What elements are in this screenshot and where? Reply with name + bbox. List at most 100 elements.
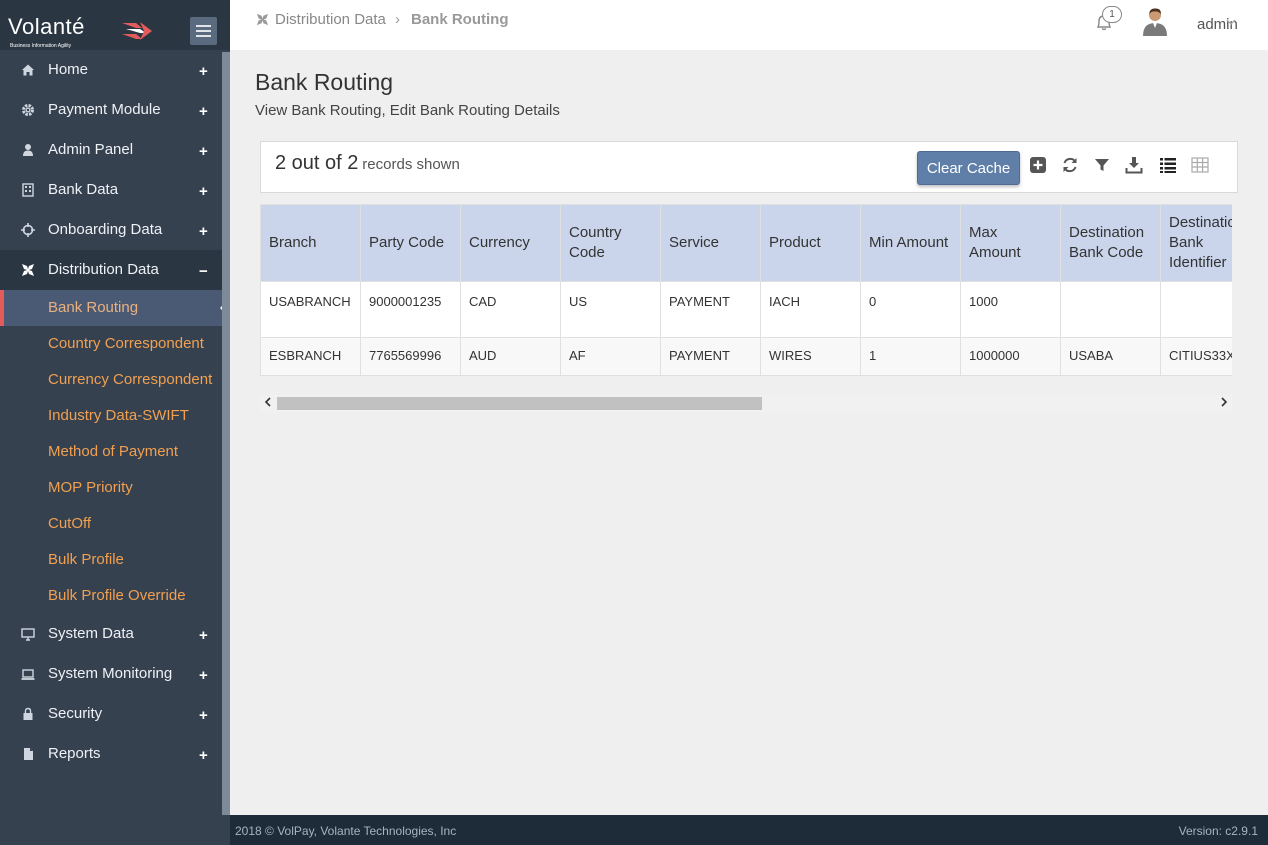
notification-badge: 1 [1102,6,1122,23]
laptop-icon [21,669,35,680]
expand-toggle-icon: + [199,667,208,684]
sidebar-subitem-country-correspondent[interactable]: Country Correspondent [0,326,230,362]
collapse-toggle-icon: − [199,263,208,280]
sidebar-item-admin-panel[interactable]: Admin Panel + [0,130,230,170]
table-cell: AF [560,337,661,376]
table-row[interactable]: ESBRANCH 7765569996 AUD AF PAYMENT WIRES… [260,337,1232,376]
sidebar-subitem-bulk-profile[interactable]: Bulk Profile [0,542,230,578]
table-cell: IACH [760,281,861,338]
sidebar-item-system-monitoring[interactable]: System Monitoring + [0,654,230,694]
expand-toggle-icon: + [199,103,208,120]
brand-logo: Volanté [8,14,85,39]
avatar[interactable] [1142,6,1168,36]
expand-toggle-icon: + [199,707,208,724]
table-cell: US [560,281,661,338]
sidebar-subitem-label: Currency Correspondent [48,371,213,388]
sidebar-subitem-bank-routing[interactable]: Bank Routing [0,290,230,326]
table-cell: CITIUS33XX [1160,337,1232,376]
brand-arrows-icon [122,22,152,40]
table-row[interactable]: USABRANCH 9000001235 CAD US PAYMENT IACH… [260,281,1232,338]
top-header: Distribution Data › Bank Routing 1 admin [230,0,1268,50]
sidebar-item-label: System Data [48,625,134,642]
sidebar-item-label: Admin Panel [48,141,134,158]
records-count: 2 out of 2 [275,152,359,174]
table-cell: ESBRANCH [260,337,361,376]
user-icon [23,144,33,156]
download-icon[interactable] [1125,156,1143,174]
sidebar-subitem-cutoff[interactable]: CutOff [0,506,230,542]
logo-bar: Volanté Business Information Agility [0,0,230,50]
sidebar-subitem-method-of-payment[interactable]: Method of Payment [0,434,230,470]
refresh-icon[interactable] [1061,156,1079,174]
table-horizontal-scrollbar[interactable] [260,395,1232,412]
table-cell: PAYMENT [660,281,761,338]
sidebar-subitem-label: Industry Data-SWIFT [48,407,189,424]
table-cell: AUD [460,337,561,376]
sidebar-subitem-label: Method of Payment [48,443,179,460]
scroll-left-icon[interactable] [264,396,272,411]
expand-toggle-icon: + [199,223,208,240]
sidebar-item-distribution-data[interactable]: Distribution Data − [0,250,230,290]
column-header-currency[interactable]: Currency [460,204,561,282]
sidebar-item-label: Distribution Data [48,261,159,278]
breadcrumb-current: Bank Routing [411,11,509,28]
table-cell: 1 [860,337,961,376]
sidebar-item-bank-data[interactable]: Bank Data + [0,170,230,210]
sidebar-item-reports[interactable]: Reports + [0,734,230,774]
list-view-icon[interactable] [1159,156,1177,174]
filter-icon[interactable] [1093,156,1111,174]
column-header-min-amount[interactable]: Min Amount [860,204,961,282]
sidebar-item-label: System Monitoring [48,665,173,682]
sidebar-item-label: Reports [48,745,101,762]
add-icon[interactable] [1029,156,1047,174]
table-header-row: Branch Party Code Currency Country Code … [260,204,1232,282]
sidebar-subitem-bulk-profile-override[interactable]: Bulk Profile Override [0,578,230,614]
clear-cache-button[interactable]: Clear Cache [917,151,1020,185]
expand-toggle-icon: + [199,747,208,764]
sidebar-item-system-data[interactable]: System Data + [0,614,230,654]
table-cell: 1000 [960,281,1061,338]
column-header-country-code[interactable]: Country Code [560,204,661,282]
sidebar-subitem-label: CutOff [48,515,92,532]
column-header-destination-bank-code[interactable]: Destination Bank Code [1060,204,1161,282]
sidebar-item-payment-module[interactable]: Payment Module + [0,90,230,130]
column-header-product[interactable]: Product [760,204,861,282]
column-header-party-code[interactable]: Party Code [360,204,461,282]
sidebar-item-security[interactable]: Security + [0,694,230,734]
sidebar-subitem-industry-data-swift[interactable]: Industry Data-SWIFT [0,398,230,434]
table-cell: CAD [460,281,561,338]
file-icon [24,748,33,760]
expand-toggle-icon: + [199,627,208,644]
column-header-max-amount[interactable]: Max Amount [960,204,1061,282]
sidebar-item-home[interactable]: Home + [0,50,230,90]
scrollbar-thumb[interactable] [277,397,762,410]
sidebar-footer-pad [0,815,230,845]
records-toolbar: 2 out of 2 records shown Clear Cache [260,141,1238,193]
crosshair-icon [21,223,35,237]
column-header-branch[interactable]: Branch [260,204,361,282]
menu-toggle-button[interactable] [190,17,217,45]
scroll-right-icon[interactable] [1220,396,1228,411]
sidebar-scrollbar[interactable] [222,52,230,815]
grid-view-icon[interactable] [1191,156,1209,174]
footer-copyright: 2018 © VolPay, Volante Technologies, Inc [235,824,457,838]
bank-routing-table-container: Branch Party Code Currency Country Code … [260,204,1232,376]
breadcrumb-parent[interactable]: Distribution Data [275,11,386,28]
sidebar-item-label: Payment Module [48,101,161,118]
page-subtitle: View Bank Routing, Edit Bank Routing Det… [255,102,560,119]
sidebar-subitem-currency-correspondent[interactable]: Currency Correspondent [0,362,230,398]
footer-version: Version: c2.9.1 [1178,824,1258,838]
table-cell: 0 [860,281,961,338]
table-cell [1060,281,1161,338]
table-cell: WIRES [760,337,861,376]
chevron-down-icon[interactable] [1226,18,1236,29]
column-header-service[interactable]: Service [660,204,761,282]
column-header-destination-bank-identifier[interactable]: Destination Bank Identifier [1160,204,1232,282]
sidebar-subitem-mop-priority[interactable]: MOP Priority [0,470,230,506]
sidebar-subitem-label: Bank Routing [48,299,139,316]
sidebar-item-label: Bank Data [48,181,119,198]
brand-tagline: Business Information Agility [10,43,72,49]
gear-icon [22,104,34,116]
distribution-icon [256,13,269,26]
sidebar-item-onboarding-data[interactable]: Onboarding Data + [0,210,230,250]
